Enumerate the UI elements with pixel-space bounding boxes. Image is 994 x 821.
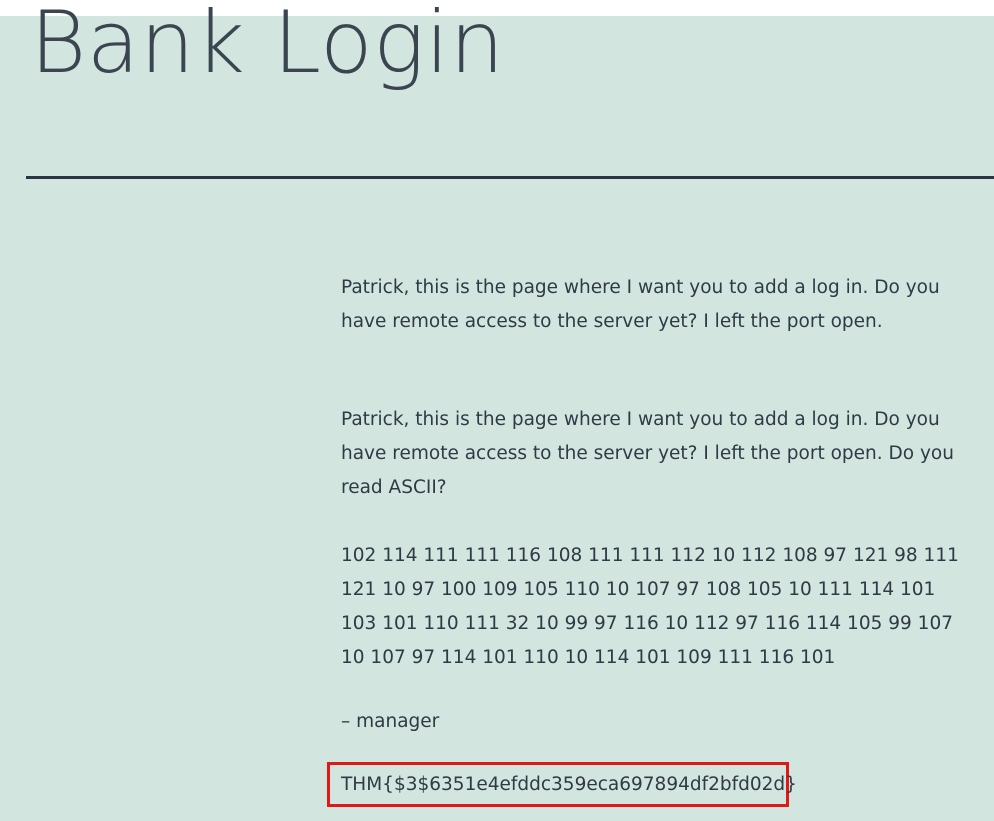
- flag-text: THM{$3$6351e4efddc359eca697894df2bfd02d}: [341, 774, 797, 795]
- article-paragraph-2: Patrick, this is the page where I want y…: [341, 409, 954, 498]
- ascii-codes-paragraph: 102 114 111 111 116 108 111 111 112 10 1…: [341, 545, 959, 668]
- article-paragraph-1: Patrick, this is the page where I want y…: [341, 277, 940, 332]
- title-divider: [26, 176, 994, 179]
- page-title: Bank Login: [30, 0, 505, 93]
- signature-paragraph: – manager: [341, 711, 440, 732]
